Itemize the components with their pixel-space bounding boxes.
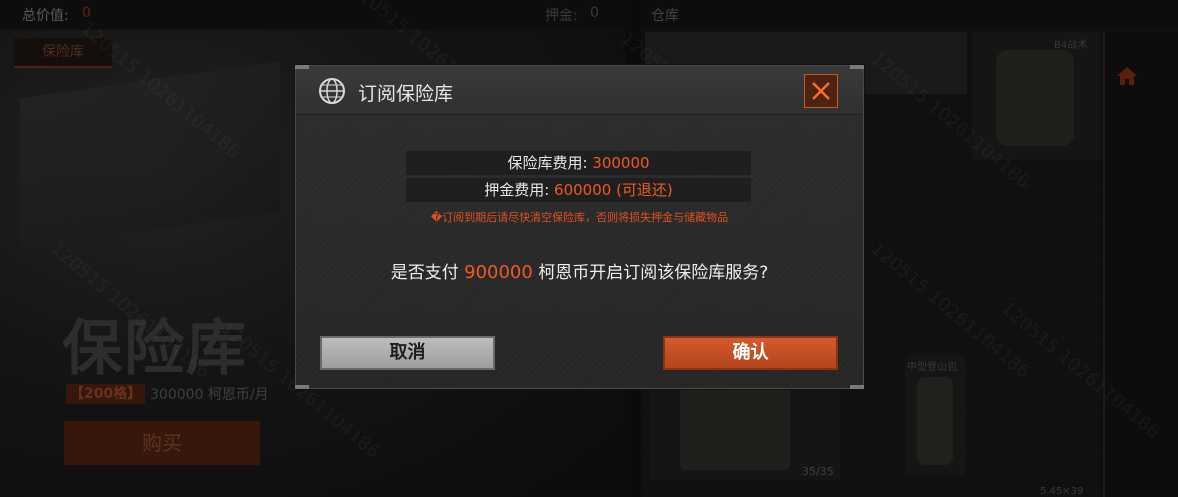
dialog-body: 保险库费用: 300000 押金费用: 600000 (可退还) �订阅到期后请…: [296, 115, 863, 387]
confirm-button[interactable]: 确认: [663, 336, 838, 370]
frame-corner: [850, 385, 864, 389]
question-prefix: 是否支付: [390, 263, 465, 283]
vault-fee-label: 保险库费用:: [507, 154, 593, 172]
dialog-header: 订阅保险库: [296, 66, 863, 115]
question-suffix: 柯恩币开启订阅该保险库服务?: [532, 263, 769, 283]
deposit-fee-label: 押金费用:: [484, 181, 555, 199]
question-amount: 900000: [464, 262, 533, 283]
globe-icon: [319, 78, 345, 104]
cancel-button[interactable]: 取消: [320, 336, 495, 370]
deposit-fee-value: 600000 (可退还): [554, 181, 673, 199]
vault-fee-row: 保险库费用: 300000: [406, 151, 751, 175]
deposit-fee-row: 押金费用: 600000 (可退还): [406, 178, 751, 202]
subscribe-vault-dialog: 订阅保险库 保险库费用: 300000 押金费用: 600000 (可退还) �…: [295, 65, 864, 389]
payment-question: 是否支付 900000 柯恩币开启订阅该保险库服务?: [296, 258, 863, 283]
expiry-warning: �订阅到期后请尽快清空保险库，否则将损失押金与储藏物品: [430, 211, 729, 224]
frame-corner: [295, 65, 309, 69]
frame-corner: [295, 385, 309, 389]
dialog-title: 订阅保险库: [358, 83, 454, 105]
vault-fee-value: 300000: [592, 154, 650, 172]
close-icon[interactable]: [810, 80, 832, 102]
close-button[interactable]: [804, 74, 838, 108]
frame-corner: [850, 65, 864, 69]
